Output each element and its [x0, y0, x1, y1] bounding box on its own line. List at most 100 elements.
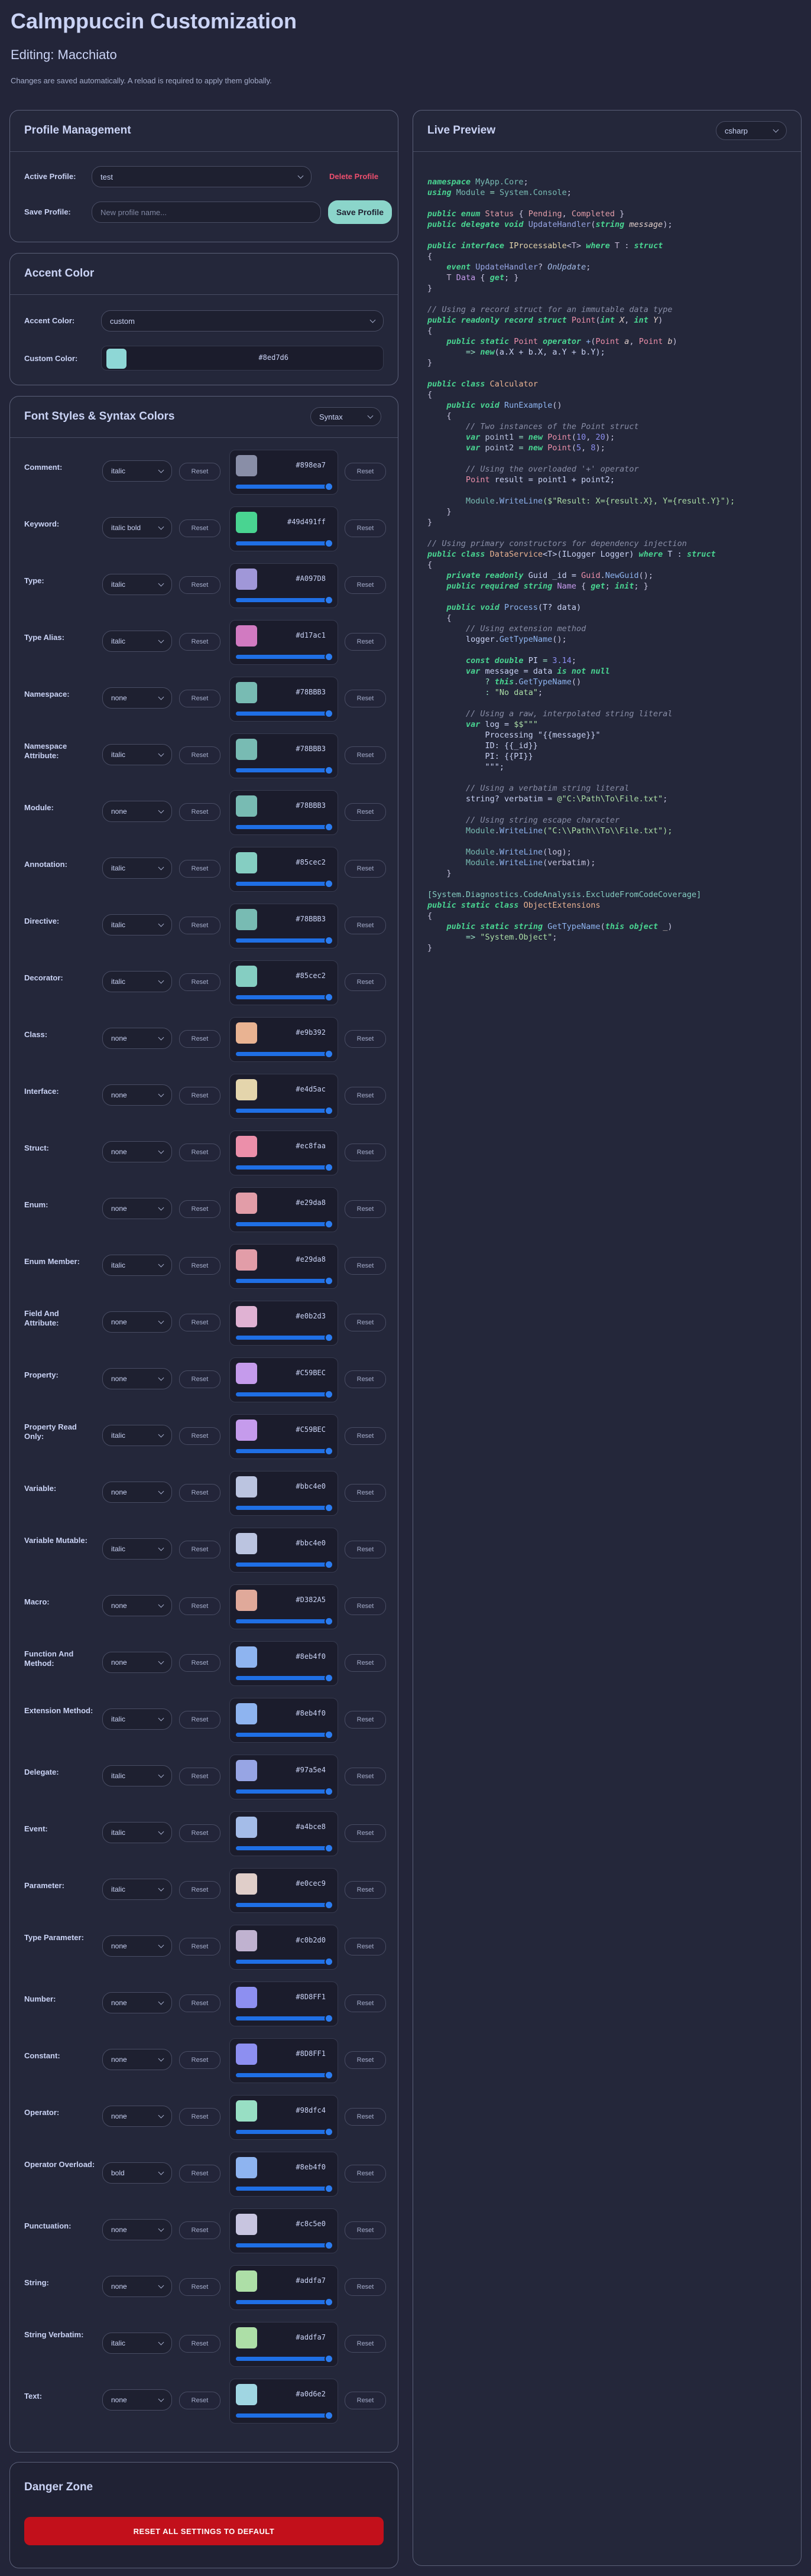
reset-color-button[interactable]: Reset — [345, 1370, 386, 1388]
color-swatch[interactable] — [236, 625, 257, 647]
reset-color-button[interactable]: Reset — [345, 1257, 386, 1275]
slider-handle[interactable] — [325, 1674, 333, 1682]
color-swatch[interactable] — [236, 2044, 257, 2065]
opacity-slider[interactable] — [236, 2071, 333, 2080]
opacity-slider[interactable] — [236, 2411, 333, 2420]
color-swatch[interactable] — [236, 909, 257, 930]
opacity-slider[interactable] — [236, 2127, 333, 2136]
reset-color-button[interactable]: Reset — [345, 1881, 386, 1899]
color-swatch[interactable] — [236, 1646, 257, 1668]
opacity-slider[interactable] — [236, 2354, 333, 2363]
opacity-slider[interactable] — [236, 879, 333, 888]
reset-style-button[interactable]: Reset — [179, 1994, 220, 2012]
reset-color-button[interactable]: Reset — [345, 2278, 386, 2296]
color-swatch[interactable] — [236, 2384, 257, 2405]
font-style-select[interactable]: italic — [102, 1708, 172, 1730]
reset-style-button[interactable]: Reset — [179, 2221, 220, 2239]
opacity-slider[interactable] — [236, 1674, 333, 1682]
opacity-slider[interactable] — [236, 709, 333, 718]
opacity-slider[interactable] — [236, 1617, 333, 1626]
slider-handle[interactable] — [325, 1220, 333, 1229]
font-style-select[interactable]: italic — [102, 857, 172, 879]
font-style-select[interactable]: italic — [102, 1538, 172, 1560]
slider-handle[interactable] — [325, 2184, 333, 2193]
reset-color-button[interactable]: Reset — [345, 2108, 386, 2126]
reset-color-button[interactable]: Reset — [345, 1824, 386, 1842]
color-swatch[interactable] — [236, 1760, 257, 1781]
reset-style-button[interactable]: Reset — [179, 1654, 220, 1672]
font-style-select[interactable]: italic — [102, 1425, 172, 1446]
reset-style-button[interactable]: Reset — [179, 1200, 220, 1218]
reset-color-button[interactable]: Reset — [345, 803, 386, 821]
reset-style-button[interactable]: Reset — [179, 1370, 220, 1388]
save-profile-button[interactable]: Save Profile — [328, 200, 392, 224]
font-style-select[interactable]: none — [102, 2389, 172, 2411]
delete-profile-button[interactable]: Delete Profile — [329, 172, 378, 181]
slider-handle[interactable] — [325, 1901, 333, 1909]
reset-color-button[interactable]: Reset — [345, 690, 386, 707]
reset-style-button[interactable]: Reset — [179, 690, 220, 707]
reset-style-button[interactable]: Reset — [179, 2165, 220, 2182]
font-style-select[interactable]: none — [102, 1652, 172, 1673]
opacity-slider[interactable] — [236, 1333, 333, 1342]
opacity-slider[interactable] — [236, 1106, 333, 1115]
opacity-slider[interactable] — [236, 2241, 333, 2250]
reset-color-button[interactable]: Reset — [345, 2165, 386, 2182]
reset-style-button[interactable]: Reset — [179, 2051, 220, 2069]
opacity-slider[interactable] — [236, 993, 333, 1002]
color-swatch[interactable] — [236, 1022, 257, 1044]
reset-color-button[interactable]: Reset — [345, 2221, 386, 2239]
color-swatch[interactable] — [236, 1079, 257, 1100]
font-style-select[interactable]: none — [102, 2219, 172, 2240]
slider-handle[interactable] — [325, 1957, 333, 1966]
reset-style-button[interactable]: Reset — [179, 1257, 220, 1275]
slider-handle[interactable] — [325, 539, 333, 548]
font-style-select[interactable]: italic bold — [102, 517, 172, 538]
reset-color-button[interactable]: Reset — [345, 1654, 386, 1672]
font-style-select[interactable]: none — [102, 1595, 172, 1616]
language-select[interactable]: csharp — [716, 121, 787, 140]
opacity-slider[interactable] — [236, 539, 333, 548]
opacity-slider[interactable] — [236, 652, 333, 661]
slider-handle[interactable] — [325, 1333, 333, 1342]
font-style-select[interactable]: italic — [102, 2333, 172, 2354]
reset-color-button[interactable]: Reset — [345, 746, 386, 764]
reset-color-button[interactable]: Reset — [345, 1768, 386, 1785]
slider-handle[interactable] — [325, 1447, 333, 1456]
color-swatch[interactable] — [236, 512, 257, 533]
profile-name-input[interactable]: New profile name... — [92, 202, 321, 223]
color-swatch[interactable] — [236, 1363, 257, 1384]
reset-style-button[interactable]: Reset — [179, 1824, 220, 1842]
syntax-mode-select[interactable]: Syntax — [310, 407, 381, 426]
font-style-select[interactable]: italic — [102, 574, 172, 595]
font-style-select[interactable]: none — [102, 1141, 172, 1162]
slider-handle[interactable] — [325, 879, 333, 888]
slider-handle[interactable] — [325, 1730, 333, 1739]
slider-handle[interactable] — [325, 1050, 333, 1058]
reset-style-button[interactable]: Reset — [179, 2278, 220, 2296]
reset-style-button[interactable]: Reset — [179, 2108, 220, 2126]
font-style-select[interactable]: none — [102, 2049, 172, 2070]
reset-color-button[interactable]: Reset — [345, 1087, 386, 1105]
slider-handle[interactable] — [325, 2354, 333, 2363]
active-profile-select[interactable]: test — [92, 166, 312, 187]
reset-color-button[interactable]: Reset — [345, 1030, 386, 1048]
color-swatch[interactable] — [236, 1476, 257, 1497]
slider-handle[interactable] — [325, 2071, 333, 2080]
reset-color-button[interactable]: Reset — [345, 1484, 386, 1502]
slider-handle[interactable] — [325, 2411, 333, 2420]
reset-style-button[interactable]: Reset — [179, 746, 220, 764]
font-style-select[interactable]: none — [102, 1935, 172, 1957]
opacity-slider[interactable] — [236, 1163, 333, 1172]
reset-color-button[interactable]: Reset — [345, 576, 386, 594]
reset-style-button[interactable]: Reset — [179, 1314, 220, 1331]
slider-handle[interactable] — [325, 2298, 333, 2307]
color-swatch[interactable] — [236, 455, 257, 476]
reset-style-button[interactable]: Reset — [179, 1484, 220, 1502]
slider-handle[interactable] — [325, 2127, 333, 2136]
color-swatch[interactable] — [236, 2327, 257, 2348]
font-style-select[interactable]: italic — [102, 744, 172, 765]
font-style-select[interactable]: italic — [102, 1765, 172, 1786]
opacity-slider[interactable] — [236, 1503, 333, 1512]
reset-all-button[interactable]: RESET ALL SETTINGS TO DEFAULT — [24, 2517, 384, 2545]
